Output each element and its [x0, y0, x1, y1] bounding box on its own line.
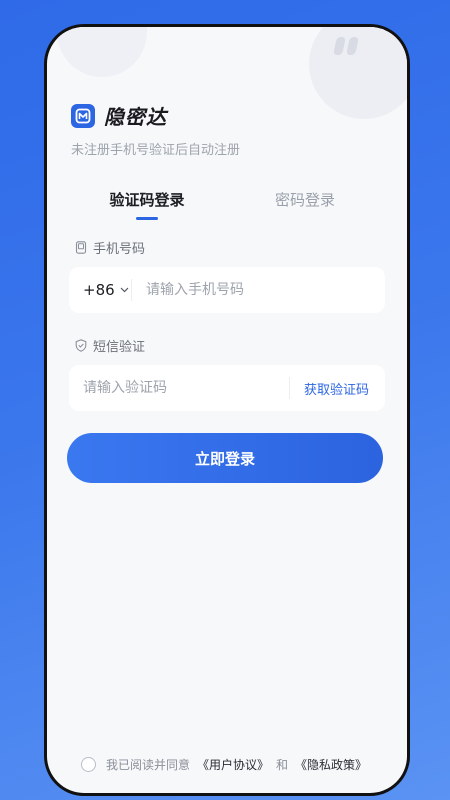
phone-field-label: 手机号码 — [75, 238, 145, 257]
sms-input-row: 获取验证码 — [69, 365, 385, 411]
sms-field-label: 短信验证 — [75, 336, 145, 355]
chevron-down-icon — [120, 287, 129, 293]
shield-check-icon — [75, 339, 87, 352]
country-code-value: +86 — [83, 281, 115, 299]
agreement-prefix: 我已阅读并同意 — [106, 758, 191, 772]
logo-icon — [71, 103, 95, 128]
phone-icon — [75, 241, 87, 254]
phone-input-row: +86 — [69, 267, 385, 313]
sms-label-text: 短信验证 — [93, 340, 146, 355]
verification-code-input[interactable] — [69, 379, 289, 397]
phone-number-input[interactable] — [132, 281, 385, 299]
login-button[interactable]: 立即登录 — [67, 433, 383, 483]
privacy-policy-link[interactable]: 《隐私政策》 — [295, 756, 367, 773]
app-name: 隐密达 — [104, 105, 167, 129]
country-code-select[interactable]: +86 — [69, 281, 131, 299]
agreement-checkbox[interactable] — [81, 757, 96, 772]
tab-sms-login[interactable]: 验证码登录 — [87, 189, 207, 210]
app-logo: 隐密达 — [71, 101, 167, 130]
get-code-button[interactable]: 获取验证码 — [290, 379, 385, 398]
tab-password-login[interactable]: 密码登录 — [245, 189, 365, 210]
phone-label-text: 手机号码 — [93, 242, 146, 257]
login-tabs: 验证码登录 密码登录 — [47, 189, 407, 225]
page-subtitle: 未注册手机号验证后自动注册 — [71, 143, 241, 158]
user-agreement-link[interactable]: 《用户协议》 — [197, 756, 269, 773]
decorative-circle — [57, 27, 147, 77]
agreement-conjunction: 和 — [276, 758, 289, 772]
tab-active-indicator — [136, 217, 158, 220]
quote-mark-icon — [333, 37, 363, 59]
phone-frame: 隐密达 未注册手机号验证后自动注册 验证码登录 密码登录 手机号码 +86 请输… — [44, 24, 410, 796]
login-screen: 隐密达 未注册手机号验证后自动注册 验证码登录 密码登录 手机号码 +86 请输… — [47, 27, 407, 793]
agreement-row: 我已阅读并同意 《用户协议》 和 《隐私政策》 — [81, 756, 367, 773]
